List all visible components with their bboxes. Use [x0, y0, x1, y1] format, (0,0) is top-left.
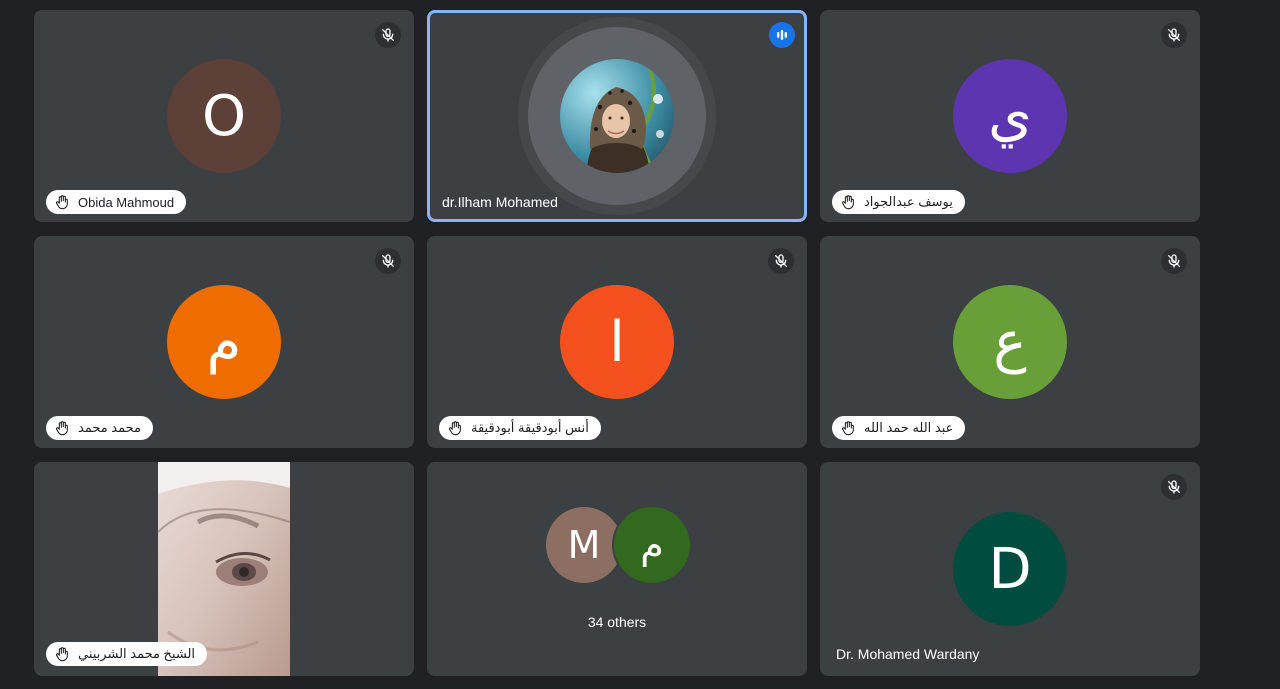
profile-photo	[560, 59, 674, 173]
name-pill: أنس أبودقيقة أبودقيقة	[439, 416, 601, 440]
mic-muted-icon	[1161, 474, 1187, 500]
avatar: م	[167, 285, 281, 399]
mic-muted-icon	[1161, 248, 1187, 274]
raised-hand-icon	[448, 421, 461, 436]
raised-hand-icon	[841, 421, 854, 436]
participant-tile[interactable]: O Obida Mahmoud	[34, 10, 414, 222]
participant-tile[interactable]: ي يوسف عبدالجواد	[820, 10, 1200, 222]
mic-muted-icon	[1161, 22, 1187, 48]
participant-tile[interactable]: D Dr. Mohamed Wardany	[820, 462, 1200, 676]
raised-hand-icon	[55, 647, 68, 662]
participant-name: عبد الله حمد الله	[864, 420, 954, 435]
participant-name: Dr. Mohamed Wardany	[836, 646, 980, 662]
avatar: ع	[953, 285, 1067, 399]
name-pill: يوسف عبدالجواد	[832, 190, 965, 214]
participant-name: Obida Mahmoud	[78, 194, 175, 210]
mic-muted-icon	[375, 248, 401, 274]
mic-muted-icon	[375, 22, 401, 48]
participant-name: يوسف عبدالجواد	[864, 194, 953, 209]
avatar: D	[953, 512, 1067, 626]
avatar: م	[614, 507, 690, 583]
raised-hand-icon	[55, 195, 68, 210]
participant-tile-active-speaker[interactable]: dr.Ilham Mohamed	[427, 10, 807, 222]
speaking-indicator-icon	[769, 22, 795, 48]
others-tile[interactable]: M م 34 others	[427, 462, 807, 676]
avatar: O	[167, 59, 281, 173]
participant-tile[interactable]: ا أنس أبودقيقة أبودقيقة	[427, 236, 807, 448]
name-pill: الشيخ محمد الشربيني	[46, 642, 208, 666]
name-pill: محمد محمد	[46, 416, 154, 440]
others-count: 34 others	[587, 614, 647, 630]
raised-hand-icon	[55, 421, 68, 436]
participant-tile-video[interactable]: الشيخ محمد الشربيني	[34, 462, 414, 676]
participant-name: dr.Ilham Mohamed	[442, 194, 558, 210]
name-pill: عبد الله حمد الله	[832, 416, 966, 440]
participant-name: محمد محمد	[78, 420, 142, 435]
participant-tile[interactable]: ع عبد الله حمد الله	[820, 236, 1200, 448]
mic-muted-icon	[768, 248, 794, 274]
meeting-grid: O Obida Mahmoud dr.Ilham Mohamed ي يوسف …	[0, 0, 1280, 689]
name-pill: Obida Mahmoud	[46, 190, 187, 214]
raised-hand-icon	[841, 195, 854, 210]
participant-tile[interactable]: م محمد محمد	[34, 236, 414, 448]
avatar: M	[546, 507, 622, 583]
avatar: ا	[560, 285, 674, 399]
participant-name: الشيخ محمد الشربيني	[78, 646, 196, 661]
avatar: ي	[953, 59, 1067, 173]
participant-name: أنس أبودقيقة أبودقيقة	[471, 420, 589, 435]
